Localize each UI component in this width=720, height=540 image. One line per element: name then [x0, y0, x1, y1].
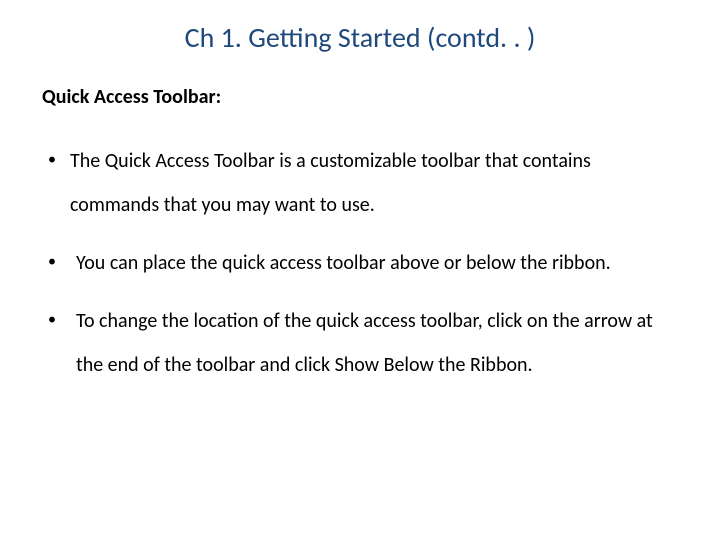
section-subtitle: Quick Access Toolbar: [42, 85, 678, 109]
page-title: Ch 1. Getting Started (contd. . ) [42, 20, 678, 55]
list-item: You can place the quick access toolbar a… [42, 241, 678, 285]
bullet-list: The Quick Access Toolbar is a customizab… [42, 139, 678, 387]
list-item: The Quick Access Toolbar is a customizab… [42, 139, 678, 227]
list-item: To change the location of the quick acce… [42, 299, 678, 387]
